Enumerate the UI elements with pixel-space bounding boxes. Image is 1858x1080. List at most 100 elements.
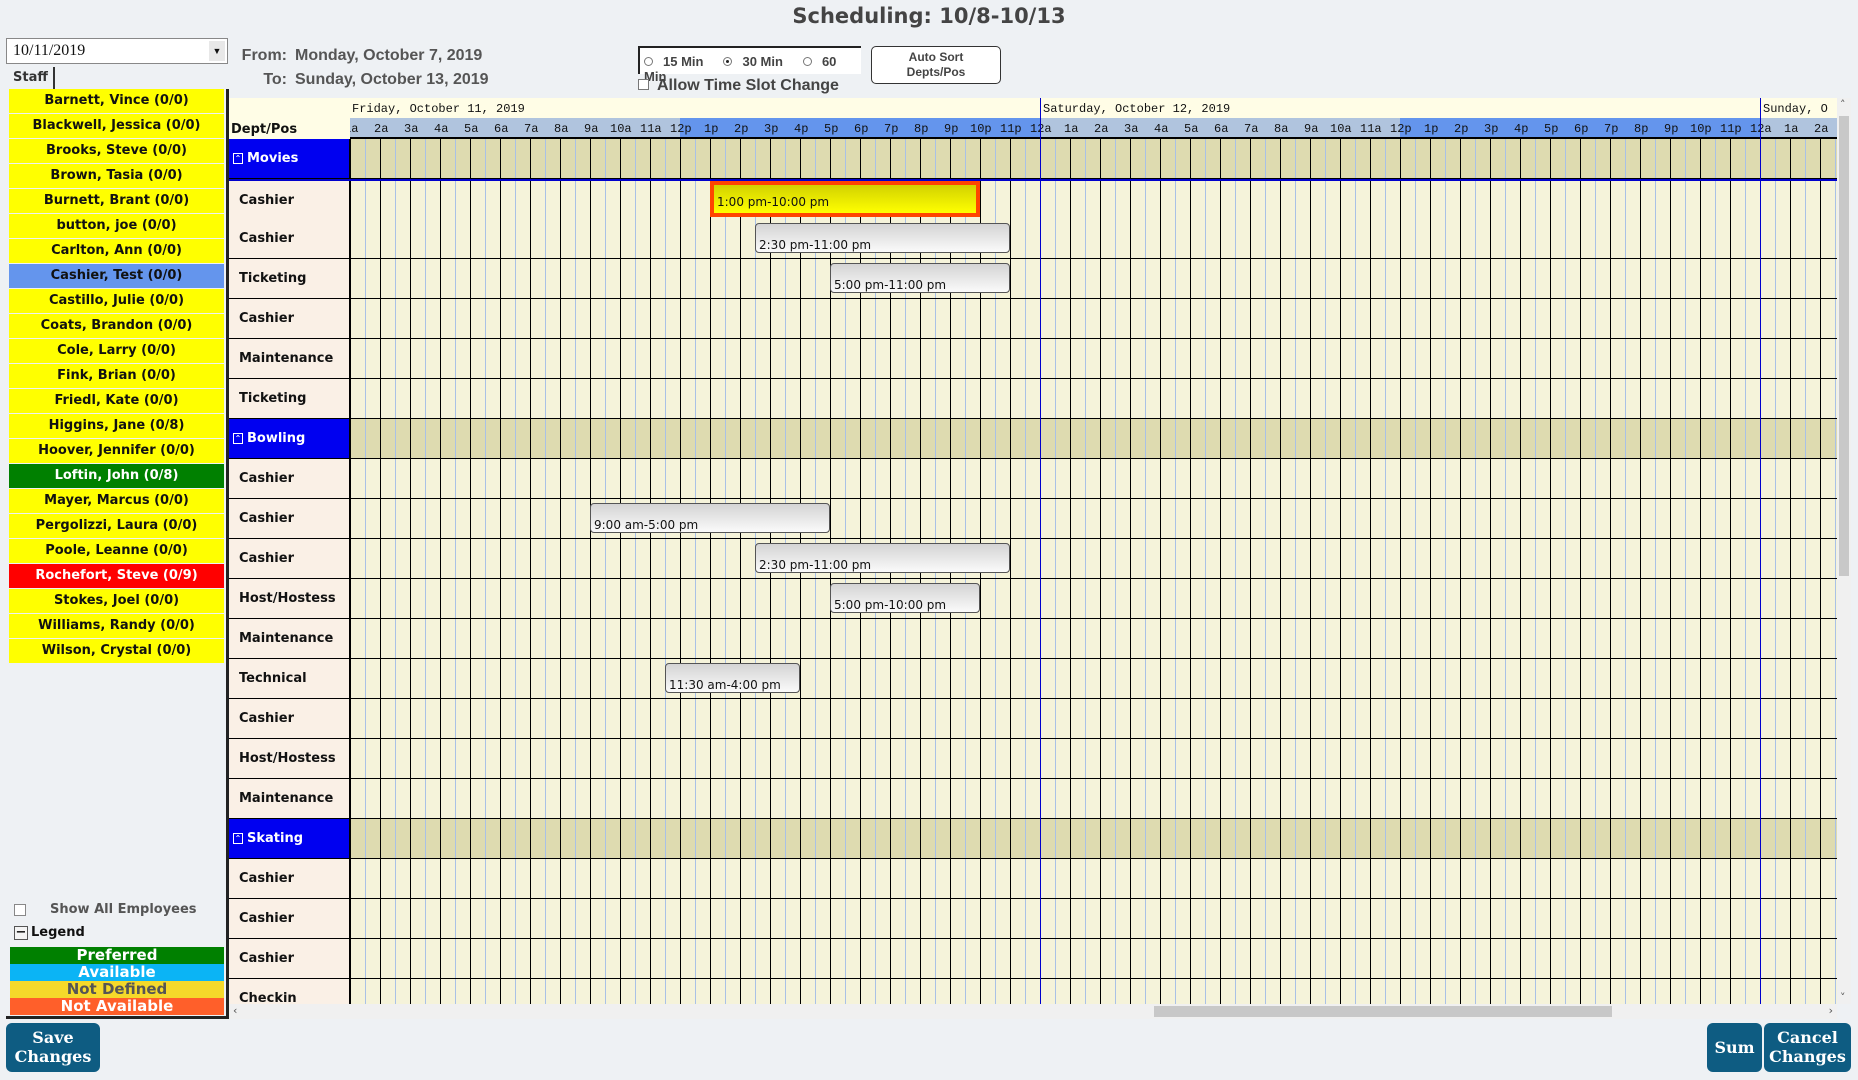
staff-item[interactable]: button, joe (0/0) (9, 214, 224, 238)
position-row[interactable]: Checkin (229, 979, 1837, 1004)
position-row[interactable]: Ticketing (229, 379, 1837, 419)
staff-item[interactable]: Cashier, Test (0/0) (9, 264, 224, 288)
collapse-icon[interactable]: ⌃ (233, 153, 243, 164)
timeline[interactable] (350, 579, 1837, 618)
scroll-left-icon[interactable]: ‹ (233, 1004, 237, 1017)
timeline[interactable] (350, 259, 1837, 298)
collapse-icon[interactable]: ⌃ (233, 833, 243, 844)
staff-item[interactable]: Loftin, John (0/8) (9, 464, 224, 488)
staff-item[interactable]: Fink, Brian (0/0) (9, 364, 224, 388)
staff-item[interactable]: Blackwell, Jessica (0/0) (9, 114, 224, 138)
staff-item[interactable]: Williams, Randy (0/0) (9, 614, 224, 638)
radio-icon[interactable] (802, 57, 812, 66)
position-row[interactable]: Host/Hostess 5:00 pm-10:00 pm (229, 579, 1837, 619)
checkbox-icon[interactable] (14, 903, 26, 916)
position-row[interactable]: Cashier (229, 899, 1837, 939)
sum-button[interactable]: Sum (1707, 1023, 1762, 1072)
scroll-right-icon[interactable]: › (1829, 1004, 1833, 1017)
timeline[interactable] (350, 779, 1837, 818)
scroll-down-icon[interactable]: ˅ (1840, 991, 1846, 1004)
staff-item[interactable]: Coats, Brandon (0/0) (9, 314, 224, 338)
timeline[interactable] (350, 539, 1837, 578)
chevron-down-icon[interactable]: ▼ (209, 41, 225, 61)
staff-item[interactable]: Pergolizzi, Laura (0/0) (9, 514, 224, 538)
staff-item[interactable]: Cole, Larry (0/0) (9, 339, 224, 363)
position-row[interactable]: Cashier (229, 699, 1837, 739)
timeline[interactable] (350, 299, 1837, 338)
staff-item[interactable]: Mayer, Marcus (0/0) (9, 489, 224, 513)
timeline[interactable] (350, 619, 1837, 658)
timeline[interactable] (350, 939, 1837, 978)
show-all-employees-checkbox[interactable]: Show All Employees (14, 902, 197, 917)
timeline[interactable] (350, 659, 1837, 698)
staff-item[interactable]: Brooks, Steve (0/0) (9, 139, 224, 163)
vertical-scrollbar[interactable]: ˄ ˅ (1837, 98, 1851, 1004)
position-row[interactable]: Ticketing 5:00 pm-11:00 pm (229, 259, 1837, 299)
staff-item[interactable]: Rochefort, Steve (0/9) (9, 564, 224, 588)
auto-sort-button[interactable]: Auto Sort Depts/Pos (871, 46, 1001, 84)
position-row[interactable]: Cashier 1:00 pm-10:00 pm (229, 179, 1837, 220)
staff-item[interactable]: Poole, Leanne (0/0) (9, 539, 224, 563)
staff-item[interactable]: Friedl, Kate (0/0) (9, 389, 224, 413)
dept-row[interactable]: ⌃ Skating (229, 819, 1837, 859)
collapse-icon[interactable]: ⌃ (233, 433, 243, 444)
staff-item[interactable]: Brown, Tasia (0/0) (9, 164, 224, 188)
collapse-icon[interactable]: − (14, 926, 28, 940)
shift-bar[interactable]: 2:30 pm-11:00 pm (755, 223, 1010, 253)
allow-timeslot-change-checkbox[interactable]: Allow Time Slot Change (638, 77, 839, 95)
staff-item[interactable]: Hoover, Jennifer (0/0) (9, 439, 224, 463)
staff-item[interactable]: Carlton, Ann (0/0) (9, 239, 224, 263)
timeline[interactable] (350, 859, 1837, 898)
staff-item[interactable]: Burnett, Brant (0/0) (9, 189, 224, 213)
timeline[interactable] (350, 819, 1837, 858)
staff-item[interactable]: Stokes, Joel (0/0) (9, 589, 224, 613)
position-row[interactable]: Maintenance (229, 619, 1837, 659)
timeline[interactable] (350, 419, 1837, 458)
radio-icon[interactable] (644, 57, 653, 66)
position-row[interactable]: Cashier 2:30 pm-11:00 pm (229, 219, 1837, 259)
save-changes-button[interactable]: Save Changes (6, 1023, 100, 1072)
position-row[interactable]: Cashier (229, 459, 1837, 499)
scroll-thumb[interactable] (1154, 1006, 1612, 1017)
shift-bar[interactable]: 1:00 pm-10:00 pm (710, 181, 980, 217)
horizontal-scrollbar[interactable]: ‹ › (229, 1004, 1837, 1019)
position-row[interactable]: Host/Hostess (229, 739, 1837, 779)
position-row[interactable]: Maintenance (229, 339, 1837, 379)
timeline[interactable] (350, 499, 1837, 538)
position-row[interactable]: Cashier (229, 939, 1837, 979)
position-row[interactable]: Technical Write 11:30 am-4:00 pm (229, 659, 1837, 725)
shift-bar[interactable]: 9:00 am-5:00 pm (590, 503, 830, 533)
timeline[interactable] (350, 899, 1837, 938)
scroll-up-icon[interactable]: ˄ (1840, 98, 1846, 111)
timeline[interactable] (350, 979, 1837, 1004)
radio-icon[interactable] (723, 57, 733, 66)
position-row[interactable]: Cashier 2:30 pm-11:00 pm (229, 539, 1837, 579)
staff-item[interactable]: Higgins, Jane (0/8) (9, 414, 224, 438)
timeline[interactable] (350, 699, 1837, 738)
dept-row[interactable]: ⌃ Movies (229, 139, 1837, 179)
shift-bar[interactable]: 11:30 am-4:00 pm (665, 663, 800, 693)
timeline[interactable] (350, 219, 1837, 258)
shift-bar[interactable]: 2:30 pm-11:00 pm (755, 543, 1010, 573)
timeline[interactable] (350, 139, 1837, 178)
scroll-thumb[interactable] (1839, 116, 1849, 576)
shift-bar[interactable]: 5:00 pm-11:00 pm (830, 263, 1010, 293)
timeline[interactable] (350, 181, 1837, 220)
shift-bar[interactable]: 5:00 pm-10:00 pm (830, 583, 980, 613)
position-row[interactable]: Cashier (229, 859, 1837, 899)
position-row[interactable]: Cashier (229, 299, 1837, 339)
checkbox-icon[interactable] (638, 79, 649, 90)
staff-item[interactable]: Castillo, Julie (0/0) (9, 289, 224, 313)
staff-item[interactable]: Wilson, Crystal (0/0) (9, 639, 224, 663)
date-select[interactable]: 10/11/2019 ▼ (6, 38, 228, 64)
timeline[interactable] (350, 379, 1837, 418)
interval-option-15-min[interactable]: 15 Min (644, 54, 713, 69)
tab-staff[interactable]: Staff (8, 67, 55, 89)
timeline[interactable] (350, 339, 1837, 378)
dept-row[interactable]: ⌃ Bowling (229, 419, 1837, 459)
cancel-changes-button[interactable]: Cancel Changes (1764, 1023, 1851, 1072)
position-row[interactable]: Cashier 9:00 am-5:00 pm (229, 499, 1837, 539)
timeline[interactable] (350, 739, 1837, 778)
position-row[interactable]: Maintenance (229, 779, 1837, 819)
timeline[interactable] (350, 459, 1837, 498)
